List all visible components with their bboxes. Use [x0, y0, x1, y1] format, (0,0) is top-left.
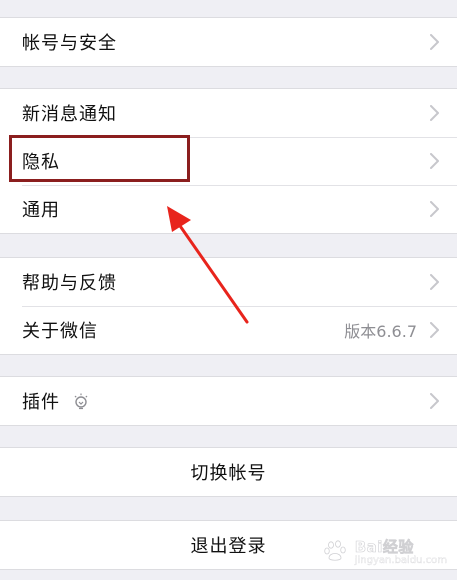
- notifications-label: 新消息通知: [22, 104, 117, 125]
- general-cell[interactable]: 通用: [0, 185, 457, 233]
- chevron-right-icon: [430, 153, 439, 169]
- switch-account-group: 切换帐号: [0, 447, 457, 497]
- notifications-cell[interactable]: 新消息通知: [0, 89, 457, 137]
- watermark-text: Bai经验: [354, 538, 414, 557]
- general-label: 通用: [22, 200, 60, 221]
- account-security-cell[interactable]: 帐号与安全: [0, 18, 457, 66]
- switch-account-button[interactable]: 切换帐号: [0, 448, 457, 496]
- help-feedback-cell[interactable]: 帮助与反馈: [0, 258, 457, 306]
- privacy-highlight-box: [9, 135, 190, 182]
- plugins-group: 插件: [0, 376, 457, 426]
- chevron-right-icon: [430, 201, 439, 217]
- account-group: 帐号与安全: [0, 17, 457, 67]
- baidu-watermark: Bai经验 jingyan.baidu.com: [323, 536, 447, 566]
- info-group: 帮助与反馈 关于微信 版本6.6.7: [0, 257, 457, 355]
- chevron-right-icon: [430, 105, 439, 121]
- account-security-label: 帐号与安全: [22, 33, 117, 54]
- baidu-paw-icon: [324, 540, 346, 561]
- chevron-right-icon: [430, 393, 439, 409]
- version-value: 版本6.6.7: [344, 322, 417, 341]
- help-feedback-label: 帮助与反馈: [22, 273, 117, 294]
- chevron-right-icon: [430, 34, 439, 50]
- plugins-label: 插件: [22, 392, 60, 413]
- about-wechat-cell[interactable]: 关于微信 版本6.6.7: [0, 306, 457, 354]
- chevron-right-icon: [430, 322, 439, 338]
- plugins-cell[interactable]: 插件: [0, 377, 457, 425]
- settings-page: 帐号与安全 新消息通知 隐私 通用 帮助与反馈 关于微信 版本6.6.7 插件 …: [0, 0, 457, 580]
- watermark-subtext: jingyan.baidu.com: [354, 555, 448, 566]
- chevron-right-icon: [430, 274, 439, 290]
- plugin-bulb-icon: [72, 392, 90, 410]
- about-wechat-label: 关于微信: [22, 321, 98, 342]
- switch-account-label: 切换帐号: [190, 463, 267, 484]
- logout-label: 退出登录: [190, 536, 267, 557]
